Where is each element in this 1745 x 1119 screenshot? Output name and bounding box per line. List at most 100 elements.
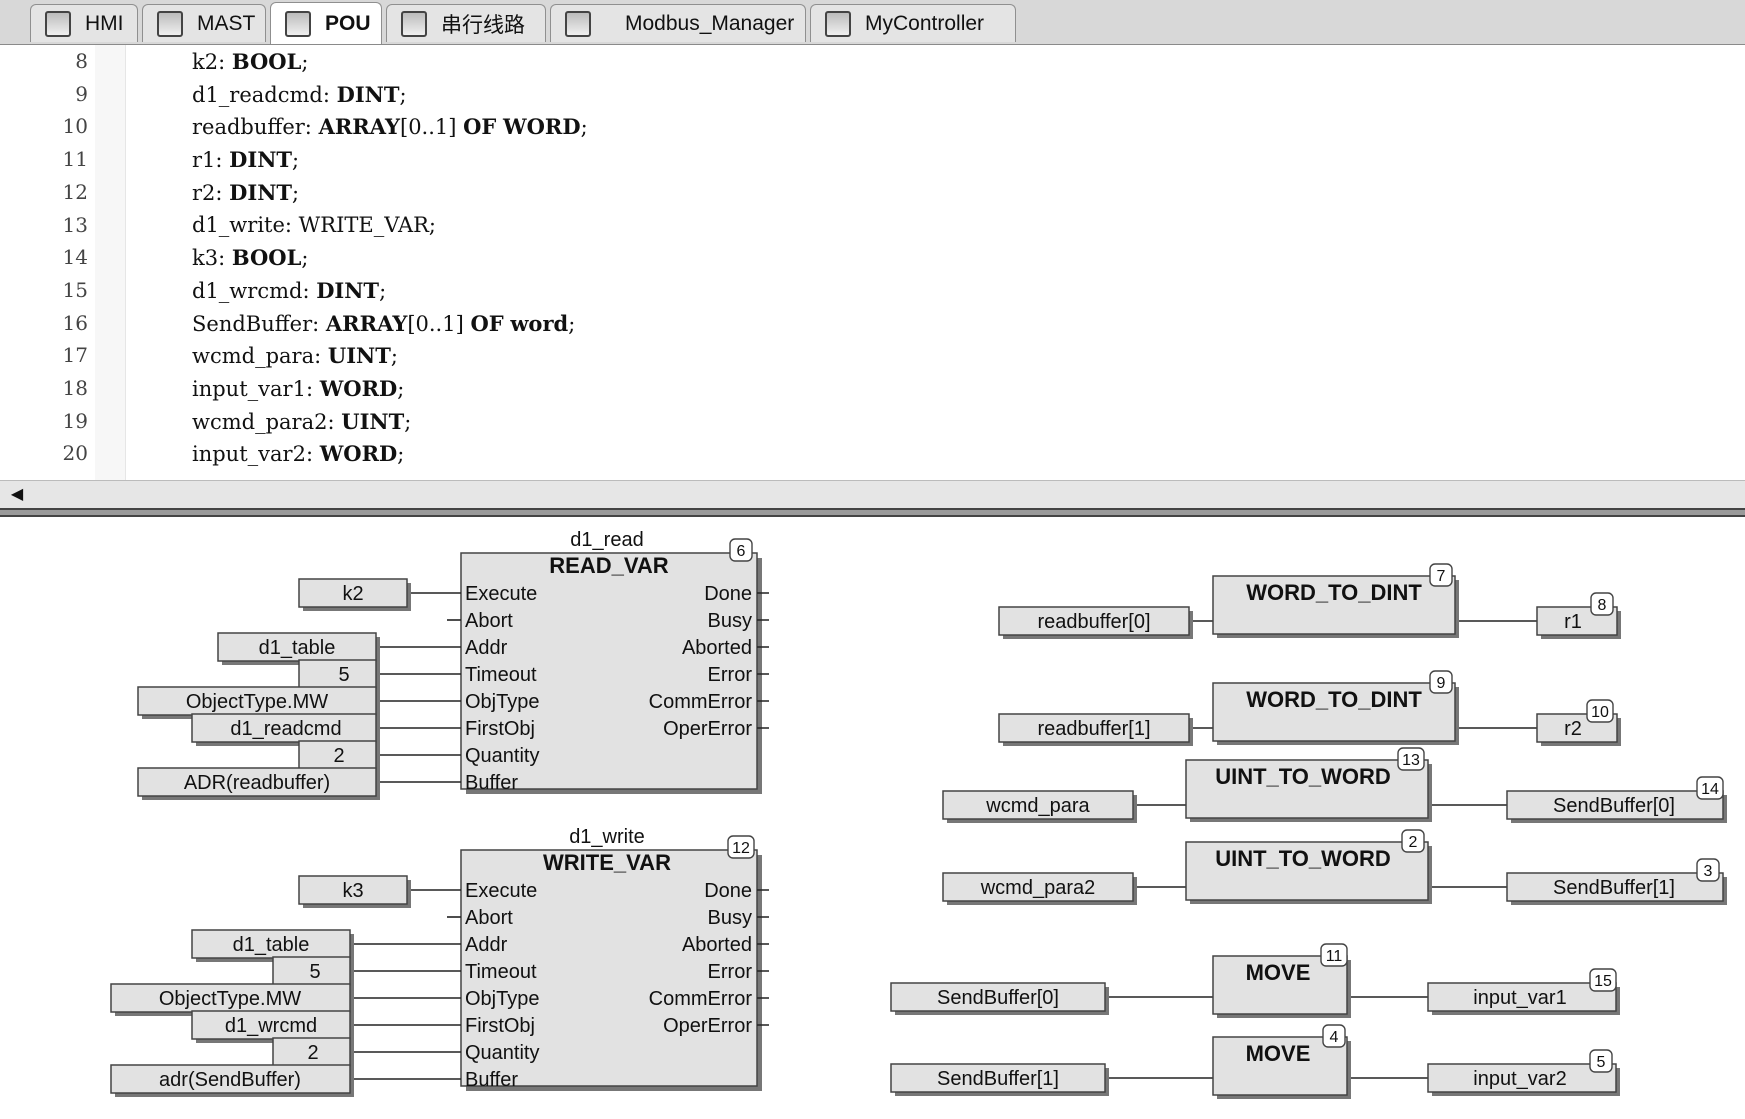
read-block-type: READ_VAR (549, 553, 669, 578)
code-line[interactable]: d1_write: WRITE_VAR; (192, 213, 436, 237)
conv3-output: SendBuffer[0] (1553, 795, 1675, 817)
move1-output: input_var1 (1473, 987, 1566, 1009)
conv2-out-no: 10 (1591, 704, 1609, 721)
conv1-input: readbuffer[0] (1037, 611, 1150, 633)
code-line[interactable]: wcmd_para2: UINT; (192, 409, 411, 434)
read-pin-error: Error (708, 664, 753, 686)
write-pin-timeout: Timeout (465, 961, 537, 983)
conversion-rung-2[interactable]: readbuffer[1] WORD_TO_DINT 9 r2 10 (998, 670, 1621, 746)
line-number: 15 (62, 277, 88, 302)
write-block-number: 12 (732, 840, 750, 857)
variable-declaration-editor[interactable]: 8 9 10 11 12 13 14 15 16 17 18 19 20 k2: BOOL; d1_rea… (0, 45, 1745, 480)
var-type: ARRAY (325, 310, 408, 336)
move2-out-no: 5 (1597, 1054, 1606, 1071)
var-type: UINT (327, 343, 391, 369)
write-pin-firstobj: FirstObj (465, 1015, 535, 1037)
var-type: ARRAY (318, 114, 400, 140)
var-name: wcmd_para2 (192, 409, 328, 434)
code-line[interactable]: k3: BOOL; (192, 245, 308, 270)
line-number: 14 (62, 245, 88, 270)
write-pin-opererror: OperError (663, 1015, 752, 1037)
code-line[interactable]: wcmd_para: UINT; (192, 343, 398, 368)
pane-splitter[interactable] (0, 508, 1745, 517)
svg-text:2: 2 (307, 1042, 318, 1064)
code-line[interactable]: input_var2: WORD; (192, 441, 404, 466)
var-name: d1_wrcmd (192, 278, 303, 303)
code-line[interactable]: k2: BOOL; (192, 49, 308, 74)
move1-input: SendBuffer[0] (937, 987, 1059, 1009)
conv2-output: r2 (1564, 718, 1582, 740)
code-line[interactable]: r1: DINT; (192, 147, 299, 172)
conv4-func: UINT_TO_WORD (1215, 846, 1391, 871)
write-pin-objtype: ObjType (465, 988, 539, 1010)
read-pin-opererror: OperError (663, 718, 752, 740)
tab-serial-line[interactable]: 串行线路 (386, 4, 546, 42)
svg-text:5: 5 (309, 961, 320, 983)
horizontal-scrollbar[interactable]: ◀ (0, 480, 1745, 509)
var-type: DINT (229, 179, 293, 205)
tab-mycontroller[interactable]: MyController (810, 4, 1016, 42)
line-number: 17 (62, 343, 88, 368)
line-number: 19 (62, 408, 88, 433)
var-name: d1_readcmd (192, 82, 323, 107)
line-number: 9 (75, 81, 88, 106)
write-var-execute[interactable]: k3 (298, 875, 411, 908)
read-var-block[interactable]: d1_read READ_VAR 6 Execute Abort Addr Ti… (137, 529, 769, 800)
scroll-left-arrow-icon[interactable]: ◀ (6, 485, 28, 505)
code-line[interactable]: d1_readcmd: DINT; (192, 82, 407, 107)
tab-label: MAST (197, 11, 256, 35)
conv2-func-no: 9 (1437, 675, 1446, 692)
svg-text:ADR(readbuffer): ADR(readbuffer) (184, 772, 330, 794)
conversion-rung-3[interactable]: wcmd_para UINT_TO_WORD 13 SendBuffer[0] … (942, 747, 1727, 823)
conv3-func: UINT_TO_WORD (1215, 764, 1391, 789)
read-var-execute[interactable]: k2 (298, 578, 411, 611)
fbd-canvas: d1_read READ_VAR 6 Execute Abort Addr Ti… (110, 529, 1727, 1099)
code-line[interactable]: SendBuffer: ARRAY[0..1] OF word; (192, 311, 575, 336)
tab-hmi[interactable]: HMI (30, 4, 138, 42)
tab-pou[interactable]: POU (270, 2, 382, 44)
read-pin-firstobj: FirstObj (465, 718, 535, 740)
svg-text:d1_wrcmd: d1_wrcmd (225, 1015, 317, 1037)
conversion-rung-4[interactable]: wcmd_para2 UINT_TO_WORD 2 SendBuffer[1] … (942, 829, 1727, 905)
read-pin-aborted: Aborted (682, 637, 752, 659)
read-instance-name: d1_read (570, 529, 643, 551)
conv1-func: WORD_TO_DINT (1246, 580, 1422, 605)
tab-modbus-manager[interactable]: Modbus_Manager (550, 4, 806, 42)
code-line[interactable]: readbuffer: ARRAY[0..1] OF WORD; (192, 114, 588, 139)
tab-mast[interactable]: MAST (142, 4, 266, 42)
write-pin-busy: Busy (708, 907, 752, 929)
svg-text:2: 2 (333, 745, 344, 767)
svg-text:d1_table: d1_table (259, 637, 336, 659)
move1-out-no: 15 (1594, 973, 1612, 990)
read-pin-timeout: Timeout (465, 664, 537, 686)
fbd-diagram[interactable]: d1_read READ_VAR 6 Execute Abort Addr Ti… (0, 517, 1745, 1119)
tab-label: Modbus_Manager (625, 11, 795, 35)
conv2-input: readbuffer[1] (1037, 718, 1150, 740)
read-pin-done: Done (704, 583, 752, 605)
tab-label: POU (325, 11, 371, 35)
conv1-out-no: 8 (1598, 597, 1607, 614)
svg-text:5: 5 (338, 664, 349, 686)
svg-text:d1_table: d1_table (233, 934, 310, 956)
conversion-rung-1[interactable]: readbuffer[0] WORD_TO_DINT 7 r1 8 (998, 563, 1621, 639)
var-type: DINT (316, 277, 380, 303)
write-pin-quantity: Quantity (465, 1042, 539, 1064)
conv4-input: wcmd_para2 (980, 877, 1096, 899)
code-line[interactable]: r2: DINT; (192, 180, 299, 205)
line-number: 18 (62, 376, 88, 400)
read-var-buffer[interactable]: ADR(readbuffer) (137, 767, 380, 800)
write-var-block[interactable]: d1_write WRITE_VAR 12 Execute Abort Addr… (110, 826, 769, 1097)
line-number: 12 (62, 179, 88, 204)
controller-icon (825, 10, 851, 37)
write-pin-abort: Abort (465, 907, 513, 929)
move2-func-no: 4 (1330, 1029, 1339, 1046)
move-rung-2[interactable]: SendBuffer[1] MOVE 4 input_var2 5 (890, 1024, 1620, 1099)
serial-line-icon (401, 10, 427, 37)
write-pin-done: Done (704, 880, 752, 902)
var-type-suffix: [0..1] OF word (407, 310, 569, 336)
code-line[interactable]: input_var1: WORD; (192, 376, 404, 401)
move-rung-1[interactable]: SendBuffer[0] MOVE 11 input_var1 15 (890, 943, 1620, 1018)
code-line[interactable]: d1_wrcmd: DINT; (192, 278, 386, 303)
line-number: 16 (62, 310, 88, 335)
write-var-buffer[interactable]: adr(SendBuffer) (110, 1064, 354, 1097)
